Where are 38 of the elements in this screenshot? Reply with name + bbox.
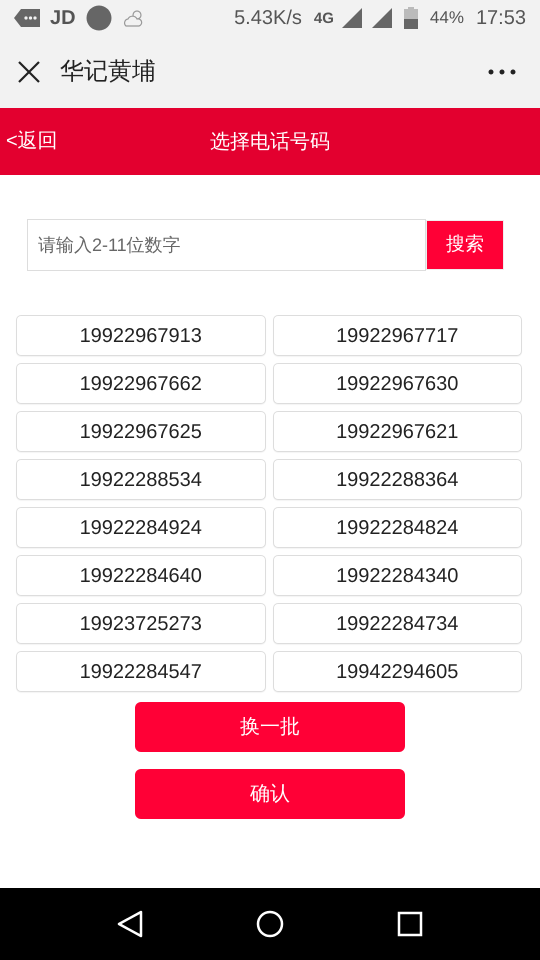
search-button[interactable]: 搜索 bbox=[426, 220, 504, 270]
recents-icon[interactable] bbox=[397, 911, 424, 937]
number-option[interactable]: 19922284734 bbox=[272, 603, 522, 644]
page-title: 选择电话号码 bbox=[210, 130, 330, 154]
home-icon[interactable] bbox=[256, 910, 284, 938]
number-option[interactable]: 19922967717 bbox=[272, 315, 522, 356]
more-icon[interactable] bbox=[488, 69, 516, 75]
search-field[interactable]: 请输入2-11位数字 bbox=[27, 219, 426, 271]
carrier-label: JD bbox=[50, 6, 76, 31]
number-option[interactable]: 19922288534 bbox=[16, 459, 266, 500]
number-option[interactable]: 19922967625 bbox=[16, 411, 266, 452]
number-option[interactable]: 19923725273 bbox=[16, 603, 266, 644]
back-link[interactable]: <返回 bbox=[6, 126, 58, 156]
action-button[interactable]: 确认 bbox=[135, 769, 405, 819]
network-speed: 5.43K/s bbox=[234, 6, 302, 31]
number-option[interactable]: 19922284824 bbox=[272, 507, 522, 548]
number-option[interactable]: 19922284340 bbox=[272, 555, 522, 596]
close-icon[interactable] bbox=[18, 61, 40, 83]
signal-icon bbox=[342, 8, 362, 28]
number-option[interactable]: 19922967621 bbox=[272, 411, 522, 452]
battery-icon bbox=[404, 7, 418, 29]
signal-icon bbox=[372, 8, 392, 28]
number-option[interactable]: 19922288364 bbox=[272, 459, 522, 500]
clock: 17:53 bbox=[476, 6, 526, 31]
number-option[interactable]: 19922284640 bbox=[16, 555, 266, 596]
number-option[interactable]: 19922967630 bbox=[272, 363, 522, 404]
network-type: 4G bbox=[314, 10, 334, 26]
number-option[interactable]: 19922967913 bbox=[16, 315, 266, 356]
action-button[interactable]: 换一批 bbox=[135, 702, 405, 752]
number-option[interactable]: 19922284547 bbox=[16, 651, 266, 692]
app-title: 华记黄埔 bbox=[60, 57, 156, 87]
number-option[interactable]: 19942294605 bbox=[272, 651, 522, 692]
back-icon[interactable] bbox=[116, 910, 143, 938]
message-icon bbox=[14, 9, 40, 27]
number-option[interactable]: 19922967662 bbox=[16, 363, 266, 404]
number-option[interactable]: 19922284924 bbox=[16, 507, 266, 548]
battery-percent: 44% bbox=[430, 7, 464, 30]
circle-icon bbox=[86, 5, 112, 31]
